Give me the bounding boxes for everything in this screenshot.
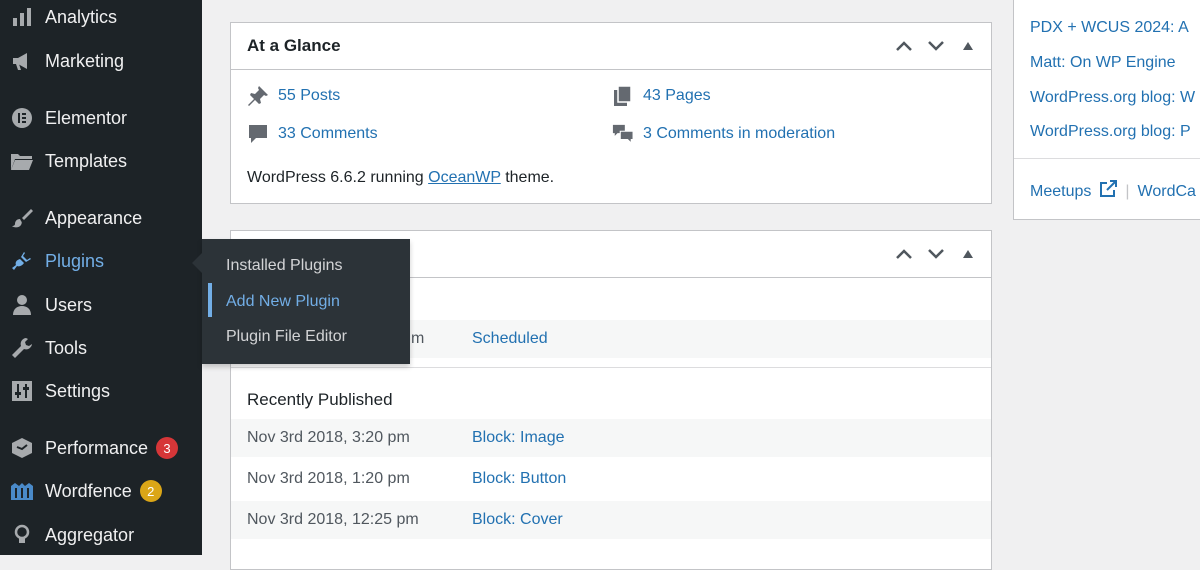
elementor-icon [10,106,34,130]
user-icon [10,293,34,317]
post-link[interactable]: Block: Image [472,429,564,447]
submenu-installed-plugins[interactable]: Installed Plugins [226,257,343,275]
sidebar-item-appearance[interactable]: Appearance [0,198,202,238]
sliders-icon [10,379,34,403]
sidebar-item-label: Analytics [45,6,118,27]
performance-icon [10,436,34,460]
sidebar-item-label: Elementor [45,107,128,128]
sidebar-item-templates[interactable]: Templates [0,141,202,181]
wordpress-news-widget: PDX + WCUS 2024: A Matt: On WP Engine Wo… [1013,0,1200,220]
sidebar-item-settings[interactable]: Settings [0,371,202,411]
sidebar-item-label: Performance [45,437,149,458]
submenu-add-new-plugin[interactable]: Add New Plugin [226,293,340,311]
megaphone-icon [10,49,34,73]
chevron-up-icon[interactable] [891,33,917,59]
external-link-icon [1099,180,1118,203]
wordpress-version-info: WordPress 6.6.2 running OceanWP theme. [247,169,555,186]
sidebar-item-elementor[interactable]: Elementor [0,98,202,138]
wordfence-icon [10,479,34,503]
post-link[interactable]: Block: Cover [472,511,563,529]
sidebar-item-tools[interactable]: Tools [0,328,202,368]
submenu-plugin-file-editor[interactable]: Plugin File Editor [226,328,347,346]
toggle-triangle-icon[interactable] [955,241,981,267]
sidebar-item-label: Users [45,294,93,315]
flyout-arrow [192,253,202,273]
news-footer: Meetups | WordCa [1030,180,1196,203]
lightbulb-icon [10,523,34,547]
sidebar-item-label: Tools [45,337,88,358]
sidebar-item-users[interactable]: Users [0,285,202,325]
table-row: Nov 3rd 2018, 1:20 pm Block: Button [247,470,567,488]
sidebar-item-label: Aggregator [45,524,135,545]
scheduled-post-link[interactable]: Scheduled [472,330,548,348]
chevron-down-icon[interactable] [923,241,949,267]
at-a-glance-widget: At a Glance 55 Posts 43 Pages 33 Comment… [230,22,992,204]
table-row: Nov 3rd 2018, 12:25 pm Block: Cover [231,501,991,539]
posts-count[interactable]: 55 Posts [247,85,340,107]
sidebar-item-analytics[interactable]: Analytics [0,0,202,37]
sidebar-separator [0,85,202,86]
news-link[interactable]: WordPress.org blog: P [1030,123,1191,141]
divider [1014,158,1200,159]
pages-icon [612,85,634,107]
sidebar-item-aggregator[interactable]: Aggregator [0,515,202,555]
sidebar-separator [0,186,202,187]
widget-header: At a Glance [231,23,991,70]
sidebar-item-marketing[interactable]: Marketing [0,41,202,81]
pages-count[interactable]: 43 Pages [612,85,711,107]
news-link[interactable]: PDX + WCUS 2024: A [1030,19,1189,37]
pushpin-icon [247,85,269,107]
chevron-up-icon[interactable] [891,241,917,267]
widget-title: At a Glance [247,36,341,55]
sidebar-separator [0,416,202,417]
plugins-submenu: Installed Plugins Add New Plugin Plugin … [202,239,410,364]
folder-icon [10,149,34,173]
sidebar-item-wordfence[interactable]: Wordfence 2 [0,471,202,511]
moderation-count[interactable]: 3 Comments in moderation [612,123,835,145]
bar-chart-icon [10,5,34,29]
sidebar-item-label: Wordfence [45,480,132,501]
current-item-indicator [208,283,212,317]
update-count-badge: 2 [139,480,162,502]
update-count-badge: 3 [156,437,179,459]
chevron-down-icon[interactable] [923,33,949,59]
divider [231,367,991,368]
admin-sidebar: Analytics Marketing Elementor Templates … [0,0,202,555]
comments-count[interactable]: 33 Comments [247,123,378,145]
sidebar-item-label: Marketing [45,50,125,71]
sidebar-item-label: Templates [45,150,128,171]
post-link[interactable]: Block: Button [472,470,566,488]
sidebar-item-plugins[interactable]: Plugins [0,241,202,281]
wordcamps-link[interactable]: WordCa [1138,183,1196,201]
news-link[interactable]: WordPress.org blog: W [1030,89,1195,107]
recently-published-heading: Recently Published [247,390,393,409]
wrench-icon [10,336,34,360]
plug-icon [10,249,34,273]
sidebar-item-label: Appearance [45,207,143,228]
toggle-triangle-icon[interactable] [955,33,981,59]
sidebar-item-label: Settings [45,380,111,401]
table-row: Nov 3rd 2018, 3:20 pm Block: Image [231,419,991,457]
comments-moderation-icon [612,123,634,145]
comment-icon [247,123,269,145]
sidebar-item-label: Plugins [45,250,105,271]
meetups-link[interactable]: Meetups [1030,183,1091,201]
separator-pipe: | [1125,182,1130,200]
sidebar-item-performance[interactable]: Performance 3 [0,428,202,468]
theme-link[interactable]: OceanWP [428,169,501,186]
paintbrush-icon [10,206,34,230]
news-link[interactable]: Matt: On WP Engine [1030,54,1176,72]
